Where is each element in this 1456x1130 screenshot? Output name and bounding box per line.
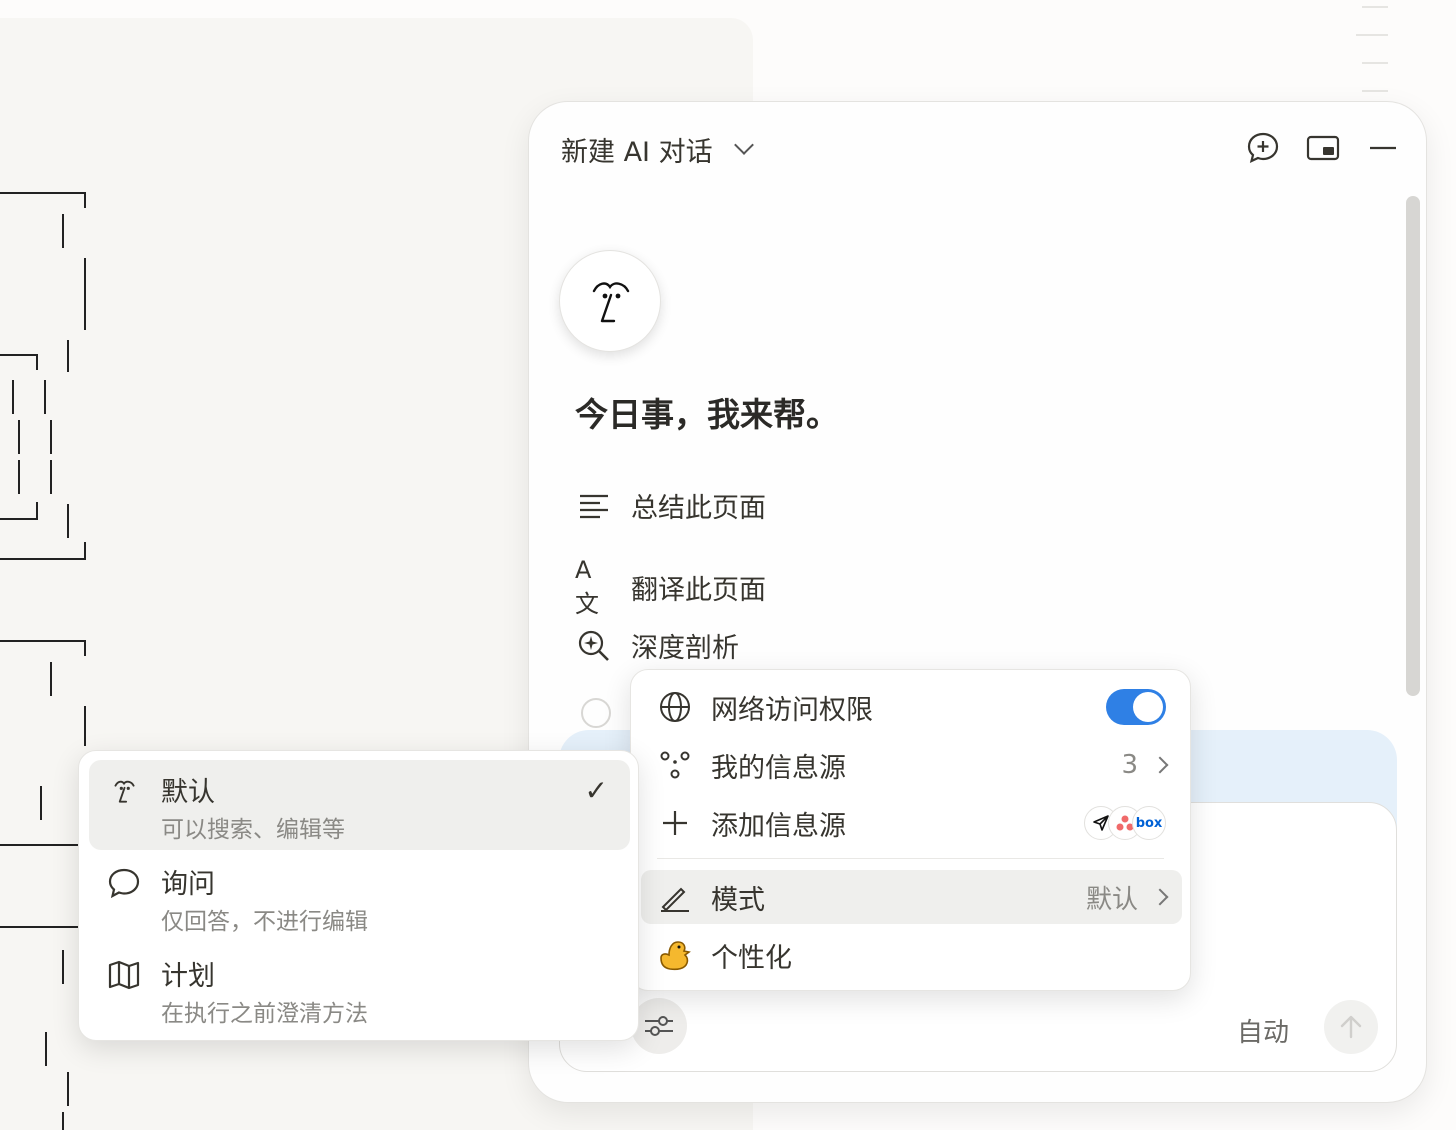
action-label: 深度剖析 xyxy=(631,633,739,664)
action-deep-analysis[interactable]: 深度剖析 xyxy=(575,626,739,665)
action-label: 总结此页面 xyxy=(631,493,766,524)
pen-icon xyxy=(657,879,693,915)
scrollbar[interactable] xyxy=(1406,196,1420,696)
ai-face-avatar xyxy=(559,250,661,352)
web-access-toggle[interactable] xyxy=(1106,689,1166,725)
minimize-icon[interactable] xyxy=(1365,130,1401,166)
mode-description: 可以搜索、编辑等 xyxy=(161,817,345,843)
chat-title-dropdown[interactable]: 新建 AI 对话 xyxy=(561,130,754,169)
action-summarize-page[interactable]: 总结此页面 xyxy=(575,486,766,525)
nodes-icon xyxy=(657,747,693,783)
mode-title: 询问 xyxy=(161,869,215,900)
menu-item-label: 个性化 xyxy=(711,942,792,974)
mode-title: 默认 xyxy=(161,777,215,808)
new-chat-icon[interactable] xyxy=(1245,130,1281,166)
speech-bubble-icon xyxy=(107,866,141,900)
mode-option-plan[interactable]: 计划 在执行之前澄清方法 xyxy=(89,944,630,1034)
chevron-right-icon xyxy=(1151,888,1169,906)
menu-item-label: 网络访问权限 xyxy=(711,694,873,726)
mode-title: 计划 xyxy=(161,961,215,992)
menu-item-add-source[interactable]: 添加信息源 box xyxy=(641,796,1182,850)
translate-icon: A文 xyxy=(575,556,599,618)
mode-option-default[interactable]: 默认 可以搜索、编辑等 ✓ xyxy=(89,760,630,850)
menu-item-label: 添加信息源 xyxy=(711,810,846,842)
picture-in-picture-icon[interactable] xyxy=(1305,130,1341,166)
arrow-up-icon xyxy=(1340,1015,1362,1039)
checkmark-icon: ✓ xyxy=(584,774,608,807)
globe-icon xyxy=(657,689,693,725)
map-icon xyxy=(107,958,141,992)
menu-item-mode[interactable]: 模式 默认 xyxy=(641,870,1182,924)
composer-settings-menu: 网络访问权限 我的信息源 3 添加信息源 box 模式 默认 个性化 xyxy=(630,669,1191,991)
zoom-sparkle-icon xyxy=(575,629,613,663)
mode-submenu: 默认 可以搜索、编辑等 ✓ 询问 仅回答，不进行编辑 计划 在执行之前澄清方法 xyxy=(78,750,639,1041)
mode-option-ask[interactable]: 询问 仅回答，不进行编辑 xyxy=(89,852,630,942)
greeting-text: 今日事，我来帮。 xyxy=(575,395,839,434)
action-label: 翻译此页面 xyxy=(631,575,766,606)
menu-divider xyxy=(657,858,1164,859)
ai-face-icon xyxy=(107,774,141,808)
lines-icon xyxy=(575,493,613,519)
box-icon: box xyxy=(1132,806,1166,840)
chevron-right-icon xyxy=(1151,756,1169,774)
sources-count: 3 xyxy=(1121,750,1138,780)
menu-item-personalize[interactable]: 个性化 xyxy=(641,928,1182,982)
model-selector[interactable]: 自动 xyxy=(1237,1012,1289,1049)
menu-item-my-sources[interactable]: 我的信息源 3 xyxy=(641,738,1182,792)
plus-icon xyxy=(657,805,693,841)
check-circle-icon xyxy=(581,698,611,728)
chat-title: 新建 AI 对话 xyxy=(561,137,713,168)
mode-description: 仅回答，不进行编辑 xyxy=(161,909,368,935)
action-translate-page[interactable]: A文 翻译此页面 xyxy=(575,556,766,619)
duck-icon xyxy=(657,937,693,973)
mode-description: 在执行之前澄清方法 xyxy=(161,1001,368,1027)
menu-item-web-access[interactable]: 网络访问权限 xyxy=(641,680,1182,734)
settings-sliders-button[interactable] xyxy=(631,998,687,1054)
mode-value: 默认 xyxy=(1085,884,1138,915)
send-button[interactable] xyxy=(1324,1000,1378,1054)
menu-item-label: 我的信息源 xyxy=(711,752,846,784)
chevron-down-icon xyxy=(733,134,754,155)
menu-item-label: 模式 xyxy=(711,884,765,916)
